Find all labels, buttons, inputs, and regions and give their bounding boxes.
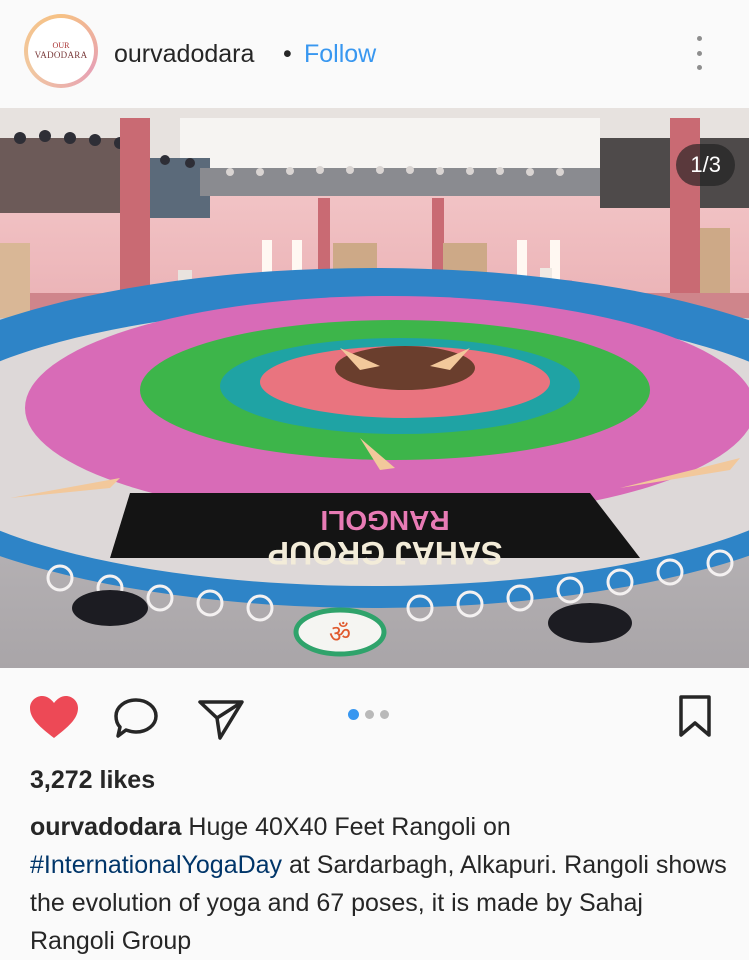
send-icon[interactable] <box>196 696 246 742</box>
rangoli-hall-image: RANGOLI SAHAJ GROUP ॐ <box>0 108 749 668</box>
rangoli-banner-text: RANGOLI <box>320 505 449 536</box>
avatar-logo-line2: VADODARA <box>34 50 88 60</box>
rangoli-banner-text-2: SAHAJ GROUP <box>268 535 503 571</box>
caption-text-1: Huge 40X40 Feet Rangoli on <box>181 813 511 841</box>
comment-icon[interactable] <box>112 696 160 740</box>
follow-button[interactable]: Follow <box>304 40 376 69</box>
image-counter: 1/3 <box>676 144 735 186</box>
post-username[interactable]: ourvadodara <box>114 40 254 69</box>
avatar-logo-line1: OUR <box>52 41 70 50</box>
header-separator: • <box>283 40 292 68</box>
more-vertical-icon[interactable] <box>688 36 710 70</box>
bookmark-icon[interactable] <box>676 694 714 738</box>
carousel-dot-active <box>348 709 359 720</box>
likes-count[interactable]: 3,272 likes <box>30 766 155 795</box>
avatar[interactable]: OUR VADODARA <box>24 14 98 88</box>
carousel-indicator <box>348 709 389 720</box>
post-photo[interactable]: RANGOLI SAHAJ GROUP ॐ 1/3 <box>0 108 749 668</box>
heart-icon[interactable] <box>28 694 80 740</box>
post-caption: ourvadodara Huge 40X40 Feet Rangoli on #… <box>30 808 730 960</box>
caption-username[interactable]: ourvadodara <box>30 813 181 841</box>
carousel-dot <box>365 710 374 719</box>
post-header: OUR VADODARA ourvadodara • Follow <box>0 0 749 108</box>
om-symbol: ॐ <box>329 620 351 648</box>
avatar-logo: OUR VADODARA <box>28 18 94 84</box>
caption-hashtag[interactable]: #InternationalYogaDay <box>30 851 282 879</box>
carousel-dot <box>380 710 389 719</box>
